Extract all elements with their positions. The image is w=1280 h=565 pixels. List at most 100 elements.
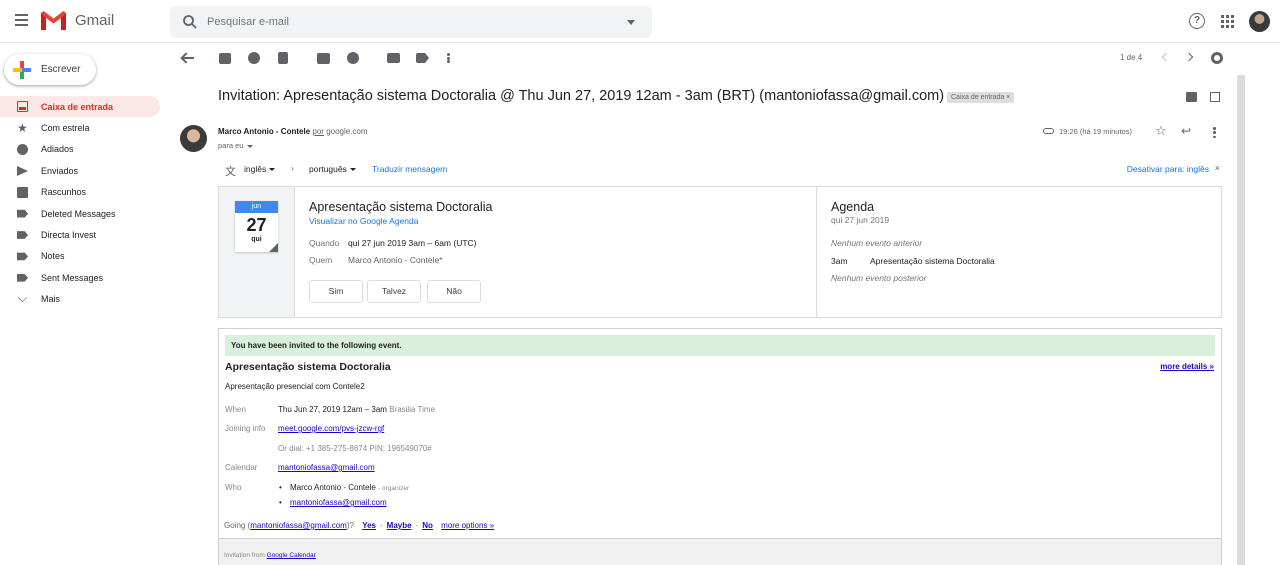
source-language: inglês bbox=[244, 164, 267, 174]
calendar-day: 27 bbox=[246, 215, 267, 235]
event-when-row: Quando qui 27 jun 2019 3am – 6am (UTC) bbox=[309, 238, 477, 248]
translate-bar: 文 inglês › português Traduzir mensagem D… bbox=[218, 159, 1221, 179]
compose-button[interactable]: Escrever bbox=[4, 54, 96, 85]
scrollbar[interactable] bbox=[1237, 75, 1245, 565]
message-toolbar: 1 de 4 bbox=[170, 48, 1230, 70]
newer-chevron-icon[interactable] bbox=[1161, 52, 1171, 62]
more-details-link[interactable]: more details » bbox=[1160, 362, 1214, 371]
reply-icon[interactable]: ↩ bbox=[1181, 124, 1191, 138]
more-actions-icon[interactable] bbox=[447, 52, 451, 64]
going-no-link[interactable]: No bbox=[422, 521, 433, 530]
calendar-email-link[interactable]: mantoniofassa@gmail.com bbox=[278, 463, 375, 472]
recipient-details-icon[interactable] bbox=[247, 144, 254, 148]
source-language-select[interactable]: inglês bbox=[244, 164, 276, 174]
apps-grid-icon[interactable] bbox=[1221, 15, 1234, 28]
sidebar-item-directa-invest[interactable]: Directa Invest bbox=[0, 224, 160, 245]
sidebar-item-label: Directa Invest bbox=[41, 230, 97, 241]
attendee-email-link[interactable]: mantoniofassa@gmail.com bbox=[290, 498, 387, 507]
inbox-icon bbox=[17, 101, 28, 113]
mark-unread-icon[interactable] bbox=[317, 53, 330, 64]
close-icon[interactable]: × bbox=[1215, 163, 1220, 173]
sidebar-item-notes[interactable]: Notes bbox=[0, 246, 160, 267]
turn-off-translation-link[interactable]: Desativar para: inglês bbox=[1127, 164, 1209, 174]
sidebar-item-label: Caixa de entrada bbox=[41, 101, 114, 112]
invitation-details: Apresentação sistema Doctoralia Visualiz… bbox=[294, 187, 816, 317]
body-when-timezone: Brasilia Time bbox=[389, 405, 435, 414]
sidebar-item-sent-messages[interactable]: Sent Messages bbox=[0, 267, 160, 288]
sender-avatar[interactable] bbox=[180, 125, 207, 152]
back-arrow-icon[interactable] bbox=[181, 51, 195, 65]
body-when-row: When Thu Jun 27, 2019 12am – 3am Brasilia… bbox=[225, 405, 435, 414]
sidebar-item-label: Enviados bbox=[41, 165, 79, 176]
footer-prefix: Invitation from bbox=[224, 552, 265, 559]
gmail-logo[interactable]: Gmail bbox=[40, 10, 114, 31]
gear-icon[interactable] bbox=[1211, 52, 1223, 64]
snooze-icon[interactable] bbox=[347, 52, 359, 64]
report-spam-icon[interactable] bbox=[248, 52, 260, 64]
meet-link[interactable]: meet.google.com/pvs-jzcw-rgf bbox=[278, 424, 384, 433]
more-options-icon[interactable] bbox=[1213, 127, 1216, 138]
rsvp-no-button[interactable]: Não bbox=[427, 280, 481, 303]
move-to-icon[interactable] bbox=[387, 53, 400, 63]
body-joining-label: Joining info bbox=[225, 424, 266, 433]
agenda-event[interactable]: 3am Apresentação sistema Doctoralia bbox=[831, 256, 995, 266]
sender-via-domain: google.com bbox=[326, 127, 368, 136]
attachment-icon bbox=[1043, 128, 1054, 134]
going-email-link[interactable]: mantoniofassa@gmail.com bbox=[250, 521, 347, 530]
main-menu-icon[interactable] bbox=[11, 11, 33, 33]
sidebar-item-drafts[interactable]: Rascunhos bbox=[0, 182, 160, 203]
sidebar-item-more[interactable]: Mais bbox=[0, 289, 160, 310]
going-maybe-link[interactable]: Maybe bbox=[387, 521, 412, 530]
dial-in-info: Or dial: +1 385-275-8674 PIN: 196549070# bbox=[278, 444, 432, 453]
invitation-date-panel: jun 27 qui bbox=[219, 187, 294, 317]
target-language-select[interactable]: português bbox=[309, 164, 356, 174]
chevron-right-icon: › bbox=[291, 163, 294, 173]
going-separator: - bbox=[380, 521, 383, 530]
older-chevron-icon[interactable] bbox=[1184, 52, 1194, 62]
pager-count: 1 de 4 bbox=[1120, 53, 1143, 62]
print-icon[interactable] bbox=[1186, 92, 1197, 102]
body-when-value: Thu Jun 27, 2019 12am – 3am bbox=[278, 405, 387, 414]
more-options-link[interactable]: more options » bbox=[441, 521, 494, 530]
body-calendar-label: Calendar bbox=[225, 463, 258, 472]
view-in-calendar-link[interactable]: Visualizar no Google Agenda bbox=[309, 216, 418, 226]
recipient-text: para eu bbox=[218, 141, 244, 150]
body-calendar-row: Calendar mantoniofassa@gmail.com bbox=[225, 463, 375, 472]
star-icon[interactable]: ☆ bbox=[1155, 123, 1167, 139]
compose-label: Escrever bbox=[41, 64, 81, 75]
help-icon[interactable]: ? bbox=[1189, 13, 1205, 29]
body-joining-row: Joining info meet.google.com/pvs-jzcw-rgf bbox=[225, 424, 384, 433]
google-calendar-link[interactable]: Google Calendar bbox=[267, 552, 316, 559]
inbox-label-chip[interactable]: Caixa de entrada × bbox=[947, 92, 1015, 103]
translate-message-link[interactable]: Traduzir mensagem bbox=[372, 164, 447, 174]
going-suffix: )? bbox=[346, 521, 354, 530]
recipient-line[interactable]: para eu bbox=[218, 141, 254, 150]
rsvp-yes-button[interactable]: Sim bbox=[309, 280, 363, 303]
event-title: Apresentação sistema Doctoralia bbox=[309, 200, 493, 214]
sender-via-prefix[interactable]: por bbox=[312, 127, 324, 136]
calendar-fold-icon bbox=[269, 243, 278, 252]
account-avatar[interactable] bbox=[1249, 11, 1270, 32]
sidebar-item-snoozed[interactable]: Adiados bbox=[0, 139, 160, 160]
label-as-icon[interactable] bbox=[416, 53, 429, 63]
calendar-date-tile: jun 27 qui bbox=[235, 201, 278, 252]
sidebar-item-sent[interactable]: Enviados bbox=[0, 160, 160, 181]
going-yes-link[interactable]: Yes bbox=[362, 521, 376, 530]
trash-icon[interactable] bbox=[278, 52, 288, 64]
sidebar-item-deleted-messages[interactable]: Deleted Messages bbox=[0, 203, 160, 224]
sidebar-item-inbox[interactable]: Caixa de entrada bbox=[0, 96, 160, 118]
search-icon[interactable] bbox=[182, 14, 198, 30]
search-bar[interactable] bbox=[170, 6, 652, 38]
search-options-icon[interactable] bbox=[627, 20, 635, 25]
label-icon bbox=[17, 231, 28, 239]
sidebar-item-label: Deleted Messages bbox=[41, 208, 116, 219]
translate-icon: 文 bbox=[225, 166, 236, 178]
agenda-no-previous: Nenhum evento anterior bbox=[831, 238, 923, 248]
sender-name[interactable]: Marco Antonio - Contele bbox=[218, 127, 310, 136]
attendee-guest: mantoniofassa@gmail.com bbox=[279, 498, 387, 507]
new-window-icon[interactable] bbox=[1210, 92, 1220, 102]
rsvp-maybe-button[interactable]: Talvez bbox=[367, 280, 421, 303]
search-input[interactable] bbox=[207, 12, 607, 32]
archive-icon[interactable] bbox=[219, 53, 231, 64]
sidebar-item-starred[interactable]: ★ Com estrela bbox=[0, 117, 160, 138]
